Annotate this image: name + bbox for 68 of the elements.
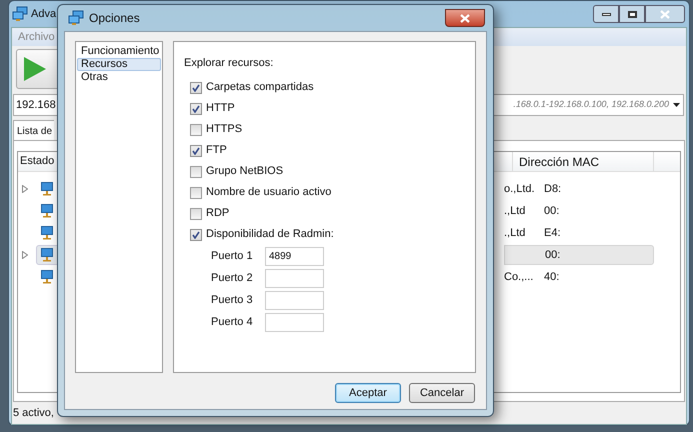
close-icon bbox=[660, 10, 670, 18]
port-field[interactable] bbox=[265, 268, 324, 288]
port-label: Puerto 3 bbox=[211, 292, 254, 308]
port-field[interactable]: 4899 bbox=[265, 246, 324, 266]
check-icon bbox=[192, 230, 200, 238]
app-icon bbox=[12, 6, 28, 22]
checkbox[interactable] bbox=[190, 228, 202, 240]
dialog-title: Opciones bbox=[89, 10, 140, 27]
expand-arrow-icon[interactable] bbox=[22, 251, 28, 259]
checkbox-label: Carpetas compartidas bbox=[206, 80, 314, 96]
computer-icon bbox=[41, 226, 53, 240]
dialog-button[interactable]: Cancelar bbox=[409, 383, 475, 403]
port-label: Puerto 2 bbox=[211, 270, 254, 286]
port-label: Puerto 4 bbox=[211, 314, 254, 330]
checkbox[interactable] bbox=[190, 102, 202, 114]
window-title: Adva bbox=[31, 6, 56, 22]
port-field[interactable] bbox=[265, 312, 324, 332]
computer-icon bbox=[41, 270, 53, 284]
column-header[interactable]: Estado bbox=[18, 153, 54, 170]
table-cell: .,Ltd bbox=[504, 204, 526, 217]
checkbox-label: Grupo NetBIOS bbox=[206, 164, 284, 180]
section-label: Explorar recursos: bbox=[184, 56, 274, 71]
close-button[interactable] bbox=[445, 9, 485, 27]
dialog-icon bbox=[68, 10, 84, 26]
table-cell-text: 40: bbox=[543, 270, 560, 285]
play-icon bbox=[23, 56, 47, 82]
checkbox-label: HTTP bbox=[206, 101, 235, 116]
checkbox[interactable] bbox=[190, 82, 202, 94]
close-icon bbox=[460, 14, 470, 22]
checkbox[interactable] bbox=[190, 124, 202, 136]
check-icon bbox=[192, 104, 200, 112]
close-button[interactable] bbox=[645, 5, 685, 23]
table-cell-text: 00: bbox=[544, 248, 560, 263]
dropdown-arrow-icon bbox=[673, 103, 680, 107]
table-cell: o.,Ltd. bbox=[504, 182, 535, 195]
minimize-button[interactable] bbox=[593, 5, 619, 23]
computer-icon bbox=[41, 182, 53, 196]
port-label: Puerto 1 bbox=[211, 248, 254, 264]
table-cell-text: E4: bbox=[543, 226, 561, 241]
checkbox-label: Disponibilidad de Radmin: bbox=[206, 227, 334, 242]
column-header[interactable]: Dirección MAC bbox=[512, 152, 654, 171]
computer-icon bbox=[41, 248, 53, 262]
maximize-button[interactable] bbox=[619, 5, 645, 23]
checkbox[interactable] bbox=[190, 186, 202, 198]
category-item[interactable]: Recursos bbox=[77, 58, 161, 71]
computer-icon bbox=[41, 204, 53, 218]
table-cell-text: D8: bbox=[543, 182, 562, 197]
check-icon bbox=[192, 146, 200, 154]
checkbox-label: HTTPS bbox=[206, 122, 242, 138]
checkbox[interactable] bbox=[190, 144, 202, 156]
table-cell-text: 00: bbox=[543, 204, 560, 219]
category-item[interactable]: Funcionamiento bbox=[77, 45, 161, 58]
status-text: 5 activo, bbox=[13, 406, 54, 421]
check-icon bbox=[192, 84, 200, 92]
checkbox-label: RDP bbox=[206, 206, 230, 222]
dialog-button[interactable]: Aceptar bbox=[335, 383, 401, 403]
tab[interactable]: Lista de bbox=[13, 120, 54, 140]
checkbox[interactable] bbox=[190, 166, 202, 178]
table-cell: Co.,... bbox=[504, 270, 534, 283]
expand-arrow-icon[interactable] bbox=[22, 185, 28, 193]
checkbox[interactable] bbox=[190, 208, 202, 220]
address-text: 192.168 bbox=[16, 98, 56, 113]
start-button[interactable] bbox=[16, 49, 60, 89]
table-cell: .,Ltd bbox=[504, 226, 526, 239]
checkbox-label: FTP bbox=[206, 143, 227, 158]
category-item[interactable]: Otras bbox=[77, 71, 161, 84]
port-field[interactable] bbox=[265, 290, 324, 310]
checkbox-label: Nombre de usuario activo bbox=[206, 185, 332, 200]
